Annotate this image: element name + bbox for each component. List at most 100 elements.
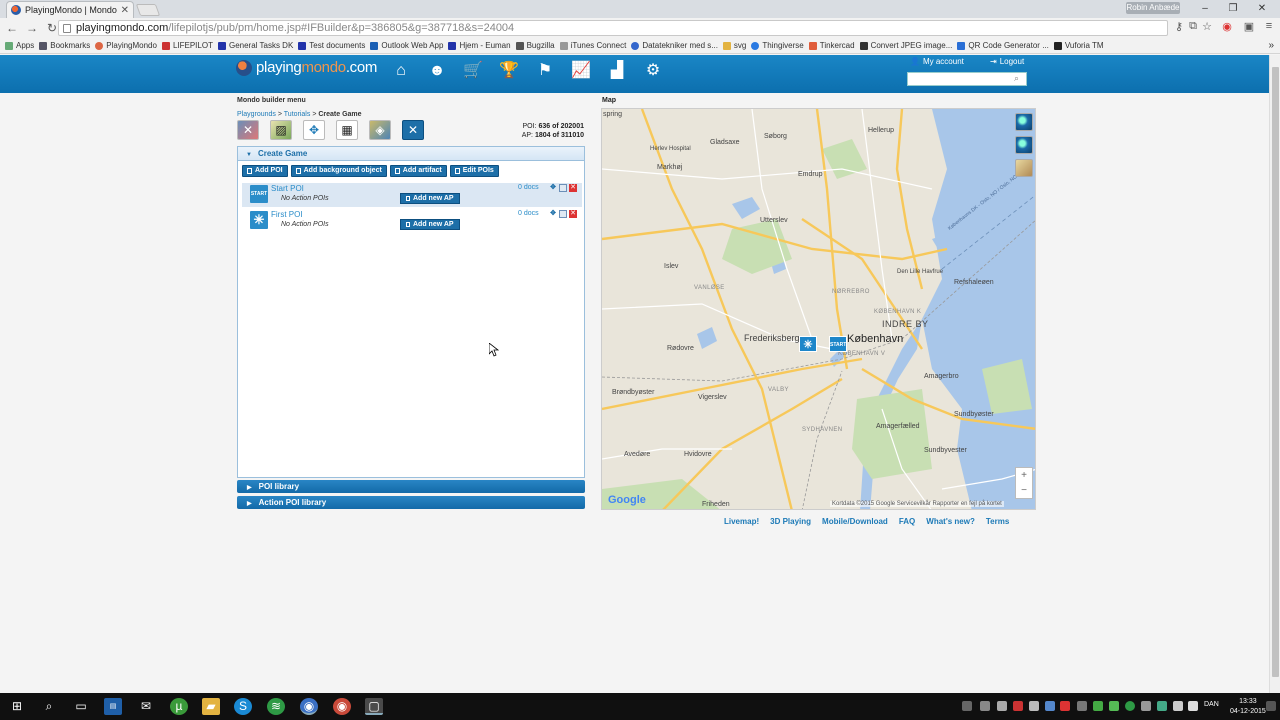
footer-link-3d-playing[interactable]: 3D Playing [770, 517, 811, 526]
settings-gears-icon[interactable]: ⚙ [642, 61, 664, 81]
volume-icon[interactable] [1188, 701, 1198, 711]
bookmark-apps[interactable]: Apps [5, 41, 34, 50]
bookmark-test-documents[interactable]: Test documents [298, 41, 365, 50]
windows-start-icon[interactable]: ⊞ [8, 698, 26, 715]
skype-icon[interactable]: S [234, 698, 252, 715]
move-arrows-icon[interactable]: ✥ [303, 120, 325, 140]
poi-name[interactable]: First POI [271, 210, 303, 219]
globe-view-icon[interactable] [1015, 113, 1033, 131]
search-icon[interactable]: ⌕ [1014, 73, 1019, 84]
poi-docs-link[interactable]: 0 docs [518, 184, 539, 191]
bookmark-playingmondo[interactable]: PlayingMondo [95, 41, 157, 50]
stats-chart-icon[interactable]: 📈 [570, 61, 592, 81]
bookmark-datatekniker[interactable]: Datatekniker med s... [631, 41, 718, 50]
bookmark-svg[interactable]: svg [722, 41, 746, 50]
move-icon[interactable]: ✥ [549, 184, 557, 192]
trophy-icon[interactable]: 🏆 [498, 61, 520, 81]
chrome-icon[interactable]: ◉ [300, 698, 318, 715]
logout-link[interactable]: ⇥ Logout [990, 57, 1024, 66]
artifact-icon[interactable]: ◈ [369, 120, 391, 140]
zoom-control[interactable]: + − [1015, 467, 1033, 499]
flag-icon[interactable]: ⚑ [534, 61, 556, 81]
minimize-icon[interactable]: – [1198, 2, 1212, 16]
file-explorer-icon[interactable]: ▰ [202, 698, 220, 715]
copy-icon[interactable] [559, 184, 567, 192]
menu-icon[interactable]: ≡ [1262, 20, 1276, 36]
page-scrollbar[interactable] [1269, 55, 1280, 693]
translate-icon[interactable]: ⧉ [1186, 20, 1200, 36]
site-search-input[interactable] [907, 72, 1027, 86]
page-info-icon[interactable] [63, 23, 71, 33]
poi-name[interactable]: Start POI [271, 184, 304, 193]
add-poi-button[interactable]: Add POI [242, 165, 288, 177]
window-icon[interactable]: ▢ [365, 698, 383, 715]
tray-icon[interactable] [1109, 701, 1119, 711]
bookmark-qr-code[interactable]: QR Code Generator ... [957, 41, 1049, 50]
address-bar[interactable]: playingmondo.com /lifepilotjs/pub/pm/hom… [58, 20, 1168, 36]
tray-icon[interactable] [980, 701, 990, 711]
tray-icon[interactable] [962, 701, 972, 711]
network-icon[interactable] [1173, 701, 1183, 711]
move-icon[interactable]: ✥ [549, 210, 557, 218]
bookmark-outlook[interactable]: Outlook Web App [370, 41, 443, 50]
satellite-view-icon[interactable] [1015, 136, 1033, 154]
input-language[interactable]: DAN [1204, 701, 1219, 708]
edit-pois-button[interactable]: Edit POIs [449, 165, 499, 177]
bookmarks-overflow-icon[interactable]: » [1268, 40, 1274, 51]
bookmark-general-tasks[interactable]: General Tasks DK [217, 41, 293, 50]
clock[interactable]: 13:33 04-12-2015 [1230, 697, 1266, 717]
bookmark-lifepilot[interactable]: LIFEPILOT [161, 41, 213, 50]
bookmark-itunes[interactable]: iTunes Connect [559, 41, 626, 50]
bookmark-thingiverse[interactable]: Thingiverse [751, 41, 804, 50]
create-game-icon[interactable]: ✕ [402, 120, 424, 140]
background-map-icon[interactable]: ▨ [270, 120, 292, 140]
tray-icon[interactable] [1141, 701, 1151, 711]
tray-icon[interactable] [997, 701, 1007, 711]
chrome-alt-icon[interactable]: ◉ [333, 698, 351, 715]
utorrent-icon[interactable]: µ [170, 698, 188, 715]
back-arrow-icon[interactable]: ← [4, 20, 20, 36]
delete-icon[interactable]: ✕ [569, 184, 577, 192]
create-game-header[interactable]: ▼ Create Game [238, 147, 584, 161]
footer-link-faq[interactable]: FAQ [899, 517, 915, 526]
task-view-icon[interactable]: ▭ [72, 698, 90, 715]
zoom-in-icon[interactable]: + [1016, 468, 1032, 483]
add-artifact-button[interactable]: Add artifact [389, 165, 447, 177]
add-new-ap-button[interactable]: Add new AP [400, 193, 460, 204]
my-account-link[interactable]: 👤 My account [910, 57, 964, 66]
map-layers-icon[interactable] [1015, 159, 1033, 177]
breadcrumb-tutorials[interactable]: Tutorials [284, 111, 311, 118]
bookmark-hjem-euman[interactable]: Hjem - Euman [448, 41, 511, 50]
footer-link-whats-new[interactable]: What's new? [926, 517, 975, 526]
close-window-icon[interactable]: ✕ [1255, 2, 1269, 16]
bookmark-convert-jpeg[interactable]: Convert JPEG image... [859, 41, 952, 50]
spotify-tray-icon[interactable] [1125, 701, 1135, 711]
footer-link-livemap[interactable]: Livemap! [724, 517, 759, 526]
footer-link-terms[interactable]: Terms [986, 517, 1009, 526]
browser-tab[interactable]: PlayingMondo | Mondo b ✕ [6, 1, 134, 18]
bookmark-vuforia[interactable]: Vuforia TM [1053, 41, 1104, 50]
add-background-object-button[interactable]: Add background object [290, 165, 387, 177]
bluetooth-icon[interactable] [1045, 701, 1055, 711]
tray-icon[interactable] [1077, 701, 1087, 711]
poi-row[interactable]: ✳ First POI No Action POIs 0 docs ✥ ✕ Ad… [242, 209, 582, 233]
zoom-out-icon[interactable]: − [1016, 483, 1032, 498]
poi-row[interactable]: START Start POI No Action POIs 0 docs ✥ … [242, 183, 582, 207]
playingmondo-logo[interactable]: playingmondo.com [236, 59, 377, 76]
mail-icon[interactable]: ✉ [137, 698, 155, 715]
restore-icon[interactable]: ❐ [1226, 2, 1240, 16]
app-icon[interactable]: ▤ [104, 698, 122, 715]
forward-arrow-icon[interactable]: → [24, 20, 40, 36]
extension-icon[interactable]: ▣ [1242, 20, 1256, 36]
bookmark-tinkercad[interactable]: Tinkercad [808, 41, 855, 50]
poi-docs-link[interactable]: 0 docs [518, 210, 539, 217]
start-poi-map-marker[interactable]: START [829, 336, 847, 352]
delete-icon[interactable]: ✕ [569, 210, 577, 218]
tray-icon[interactable] [1157, 701, 1167, 711]
tray-icon[interactable] [1060, 701, 1070, 711]
tray-icon[interactable] [1013, 701, 1023, 711]
blocks-icon[interactable]: ▟ [606, 61, 628, 81]
community-icon[interactable]: ☻ [426, 61, 448, 81]
bookmark-bookmarks[interactable]: Bookmarks [39, 41, 90, 50]
footer-link-mobile-download[interactable]: Mobile/Download [822, 517, 888, 526]
